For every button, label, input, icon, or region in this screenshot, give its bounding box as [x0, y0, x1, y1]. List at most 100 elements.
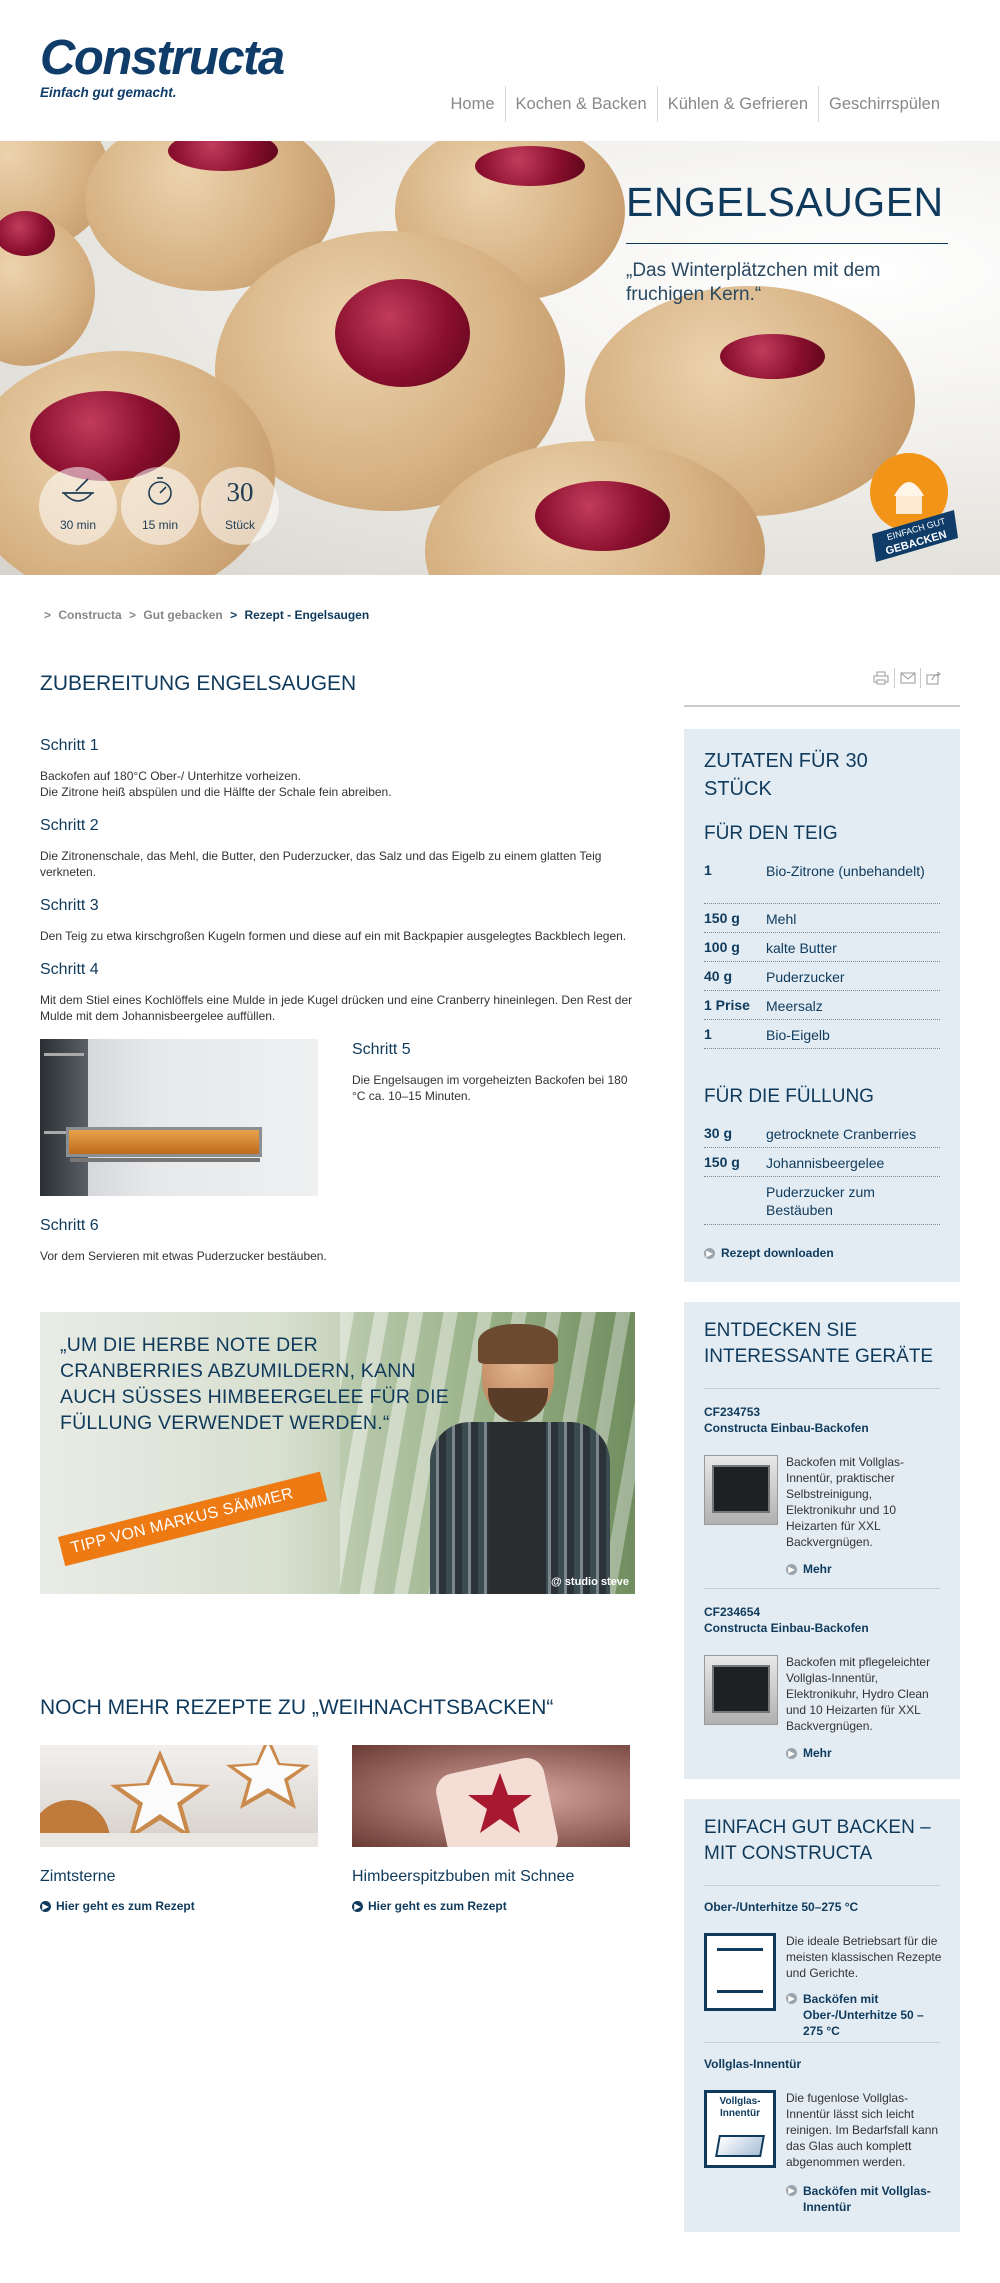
glass-door-icon: Vollglas-Innentür	[704, 2090, 776, 2168]
mode-link-label[interactable]: Backöfen mit Vollglas-Innentür	[803, 2183, 942, 2215]
oven-product-image[interactable]	[704, 1455, 778, 1525]
recipe-link-label[interactable]: Hier geht es zum Rezept	[56, 1899, 195, 1913]
ingredient-name: Bio-Eigelb	[766, 1027, 830, 1043]
yield-stat: 30 Stück	[201, 467, 279, 545]
recipe-zimtsterne-title[interactable]: Zimtsterne	[40, 1868, 116, 1886]
devices-box: ENTDECKEN SIE INTERESSANTE GERÄTE CF2347…	[684, 1302, 960, 1779]
ingredient-row: 40 g Puderzucker	[704, 968, 940, 991]
hero-title: ENGELSAUGEN	[626, 179, 944, 225]
step-2-text: Die Zitronenschale, das Mehl, die Butter…	[40, 849, 602, 879]
download-recipe-label[interactable]: Rezept downloaden	[721, 1246, 834, 1260]
ingredient-row: 30 g getrocknete Cranberries	[704, 1125, 940, 1148]
divider	[704, 2042, 940, 2043]
preparation-title: ZUBEREITUNG ENGELSAUGEN	[40, 672, 357, 695]
nav-item-home[interactable]: Home	[441, 86, 505, 122]
breadcrumb-gut-gebacken[interactable]: Gut gebacken	[143, 608, 222, 622]
hero-banner: ENGELSAUGEN „Das Winterplätzchen mit dem…	[0, 141, 1000, 575]
step-4-text: Mit dem Stiel eines Kochlöffels eine Mul…	[40, 993, 633, 1023]
mode-link[interactable]: ▶ Backöfen mit Ober-/Unterhitze 50 –275 …	[786, 1991, 942, 2039]
mode-description: Die fugenlose Vollglas-Innentür lässt si…	[786, 2091, 939, 2169]
himbeerspitzbuben-image[interactable]	[352, 1745, 630, 1847]
arrow-right-icon: ▶	[786, 1747, 797, 1759]
breadcrumb-constructa[interactable]: Constructa	[58, 608, 121, 622]
mail-icon[interactable]	[894, 668, 920, 688]
ingredient-qty: 30 g	[704, 1125, 733, 1141]
divider	[704, 1588, 940, 1589]
device-more-label[interactable]: Mehr	[803, 1562, 832, 1576]
recipe-himbeerspitzbuben-link[interactable]: ▶ Hier geht es zum Rezept	[352, 1899, 507, 1913]
breadcrumb-sep: >	[129, 608, 137, 622]
glass-door-icon-label: Vollglas-Innentür	[719, 2096, 761, 2119]
breadcrumb-sep: >	[230, 608, 238, 622]
ingredient-qty: 40 g	[704, 968, 733, 984]
tip-quote: „UM DIE HERBE NOTE DER CRANBERRIES ABZUM…	[60, 1334, 449, 1434]
mode-description: Die ideale Betriebsart für die meisten k…	[786, 1934, 942, 1980]
ingredient-row: Puderzucker zum Bestäuben	[704, 1183, 940, 1225]
device-more-link[interactable]: ▶ Mehr	[786, 1562, 832, 1576]
more-recipes-title: NOCH MEHR REZEPTE ZU „WEIHNACHTSBACKEN“	[40, 1696, 554, 1719]
ingredient-name: Mehl	[766, 911, 797, 927]
ingredient-name: kalte Butter	[766, 940, 837, 956]
mode-link-label[interactable]: Backöfen mit Ober-/Unterhitze 50 –275 °C	[803, 1991, 942, 2039]
zimtsterne-image[interactable]	[40, 1745, 318, 1847]
bake-time-stat: 15 min	[121, 467, 199, 545]
tip-ribbon: TIPP VON MARKUS SÄMMER	[58, 1471, 328, 1567]
device-code: CF234753	[704, 1405, 761, 1419]
main-nav: Home Kochen & Backen Kühlen & Gefrieren …	[441, 86, 951, 122]
step-3-title: Schritt 3	[40, 897, 99, 914]
recipe-link-label[interactable]: Hier geht es zum Rezept	[368, 1899, 507, 1913]
ingredient-qty: 1	[704, 1026, 712, 1042]
ingredients-title: ZUTATEN FÜR 30 STÜCK	[704, 750, 868, 800]
ingredient-qty: 150 g	[704, 1154, 740, 1170]
device-more-link[interactable]: ▶ Mehr	[786, 1746, 832, 1760]
ingredient-name: Johannisbeergelee	[766, 1155, 885, 1171]
ingredient-row: 1 Prise Meersalz	[704, 997, 940, 1020]
arrow-right-icon: ▶	[786, 1563, 797, 1575]
devices-title: ENTDECKEN SIE INTERESSANTE GERÄTE	[704, 1320, 934, 1367]
step-1-title: Schritt 1	[40, 737, 99, 754]
device-name[interactable]: Constructa Einbau-Backofen	[704, 1420, 869, 1436]
mode-title: Ober-/Unterhitze 50–275 °C	[704, 1900, 859, 1914]
device-name[interactable]: Constructa Einbau-Backofen	[704, 1620, 869, 1636]
yield-label: Stück	[224, 518, 255, 532]
bake-time-label: 15 min	[141, 518, 179, 532]
top-bottom-heat-icon	[704, 1933, 776, 2011]
logo[interactable]: Constructa	[40, 30, 285, 86]
share-icon[interactable]	[920, 668, 946, 688]
bowl-icon	[62, 478, 94, 502]
device-description: Backofen mit Vollglas-Innentür, praktisc…	[786, 1455, 905, 1549]
oven-product-image[interactable]	[704, 1655, 778, 1725]
arrow-right-icon: ▶	[704, 1247, 715, 1259]
step-5-text: Die Engelsaugen im vorgeheizten Backofen…	[352, 1073, 628, 1103]
divider	[704, 1885, 940, 1886]
ingredient-row: 150 g Mehl	[704, 910, 940, 933]
device-description: Backofen mit pflegeleichter Vollglas-Inn…	[786, 1655, 931, 1733]
breadcrumb-sep: >	[44, 608, 52, 622]
ingredient-name: Bio-Zitrone (unbehandelt)	[766, 863, 925, 879]
nav-item-geschirrspuelen[interactable]: Geschirrspülen	[818, 86, 950, 122]
ingredient-qty: 100 g	[704, 939, 740, 955]
mode-link[interactable]: ▶ Backöfen mit Vollglas-Innentür	[786, 2183, 942, 2215]
print-icon[interactable]	[868, 668, 894, 688]
timer-icon	[148, 477, 172, 505]
breadcrumb-current: Rezept - Engelsaugen	[244, 608, 370, 622]
prep-time-label: 30 min	[59, 518, 97, 532]
nav-item-kuehlen-gefrieren[interactable]: Kühlen & Gefrieren	[656, 86, 818, 122]
mode-title: Vollglas-Innentür	[704, 2057, 802, 2071]
ingredient-name: Puderzucker	[766, 969, 845, 985]
arrow-right-icon: ▶	[786, 1993, 797, 2004]
filling-title: FÜR DIE FÜLLUNG	[704, 1086, 874, 1107]
yield-value: 30	[226, 477, 254, 507]
device-more-label[interactable]: Mehr	[803, 1746, 832, 1760]
baking-title: EINFACH GUT BACKEN – MIT CONSTRUCTA	[704, 1817, 931, 1864]
hero-title-rule	[626, 243, 948, 244]
recipe-himbeerspitzbuben-title[interactable]: Himbeerspitzbuben mit Schnee	[352, 1868, 574, 1886]
download-recipe-link[interactable]: ▶ Rezept downloaden	[704, 1246, 834, 1260]
baking-box: EINFACH GUT BACKEN – MIT CONSTRUCTA Ober…	[684, 1799, 960, 2232]
recipe-zimtsterne-link[interactable]: ▶ Hier geht es zum Rezept	[40, 1899, 195, 1913]
nav-item-kochen-backen[interactable]: Kochen & Backen	[504, 86, 657, 122]
device-code: CF234654	[704, 1605, 761, 1619]
arrow-right-icon: ▶	[786, 2185, 797, 2196]
divider	[704, 1388, 940, 1389]
step-6-text: Vor dem Servieren mit etwas Puderzucker …	[40, 1249, 327, 1263]
